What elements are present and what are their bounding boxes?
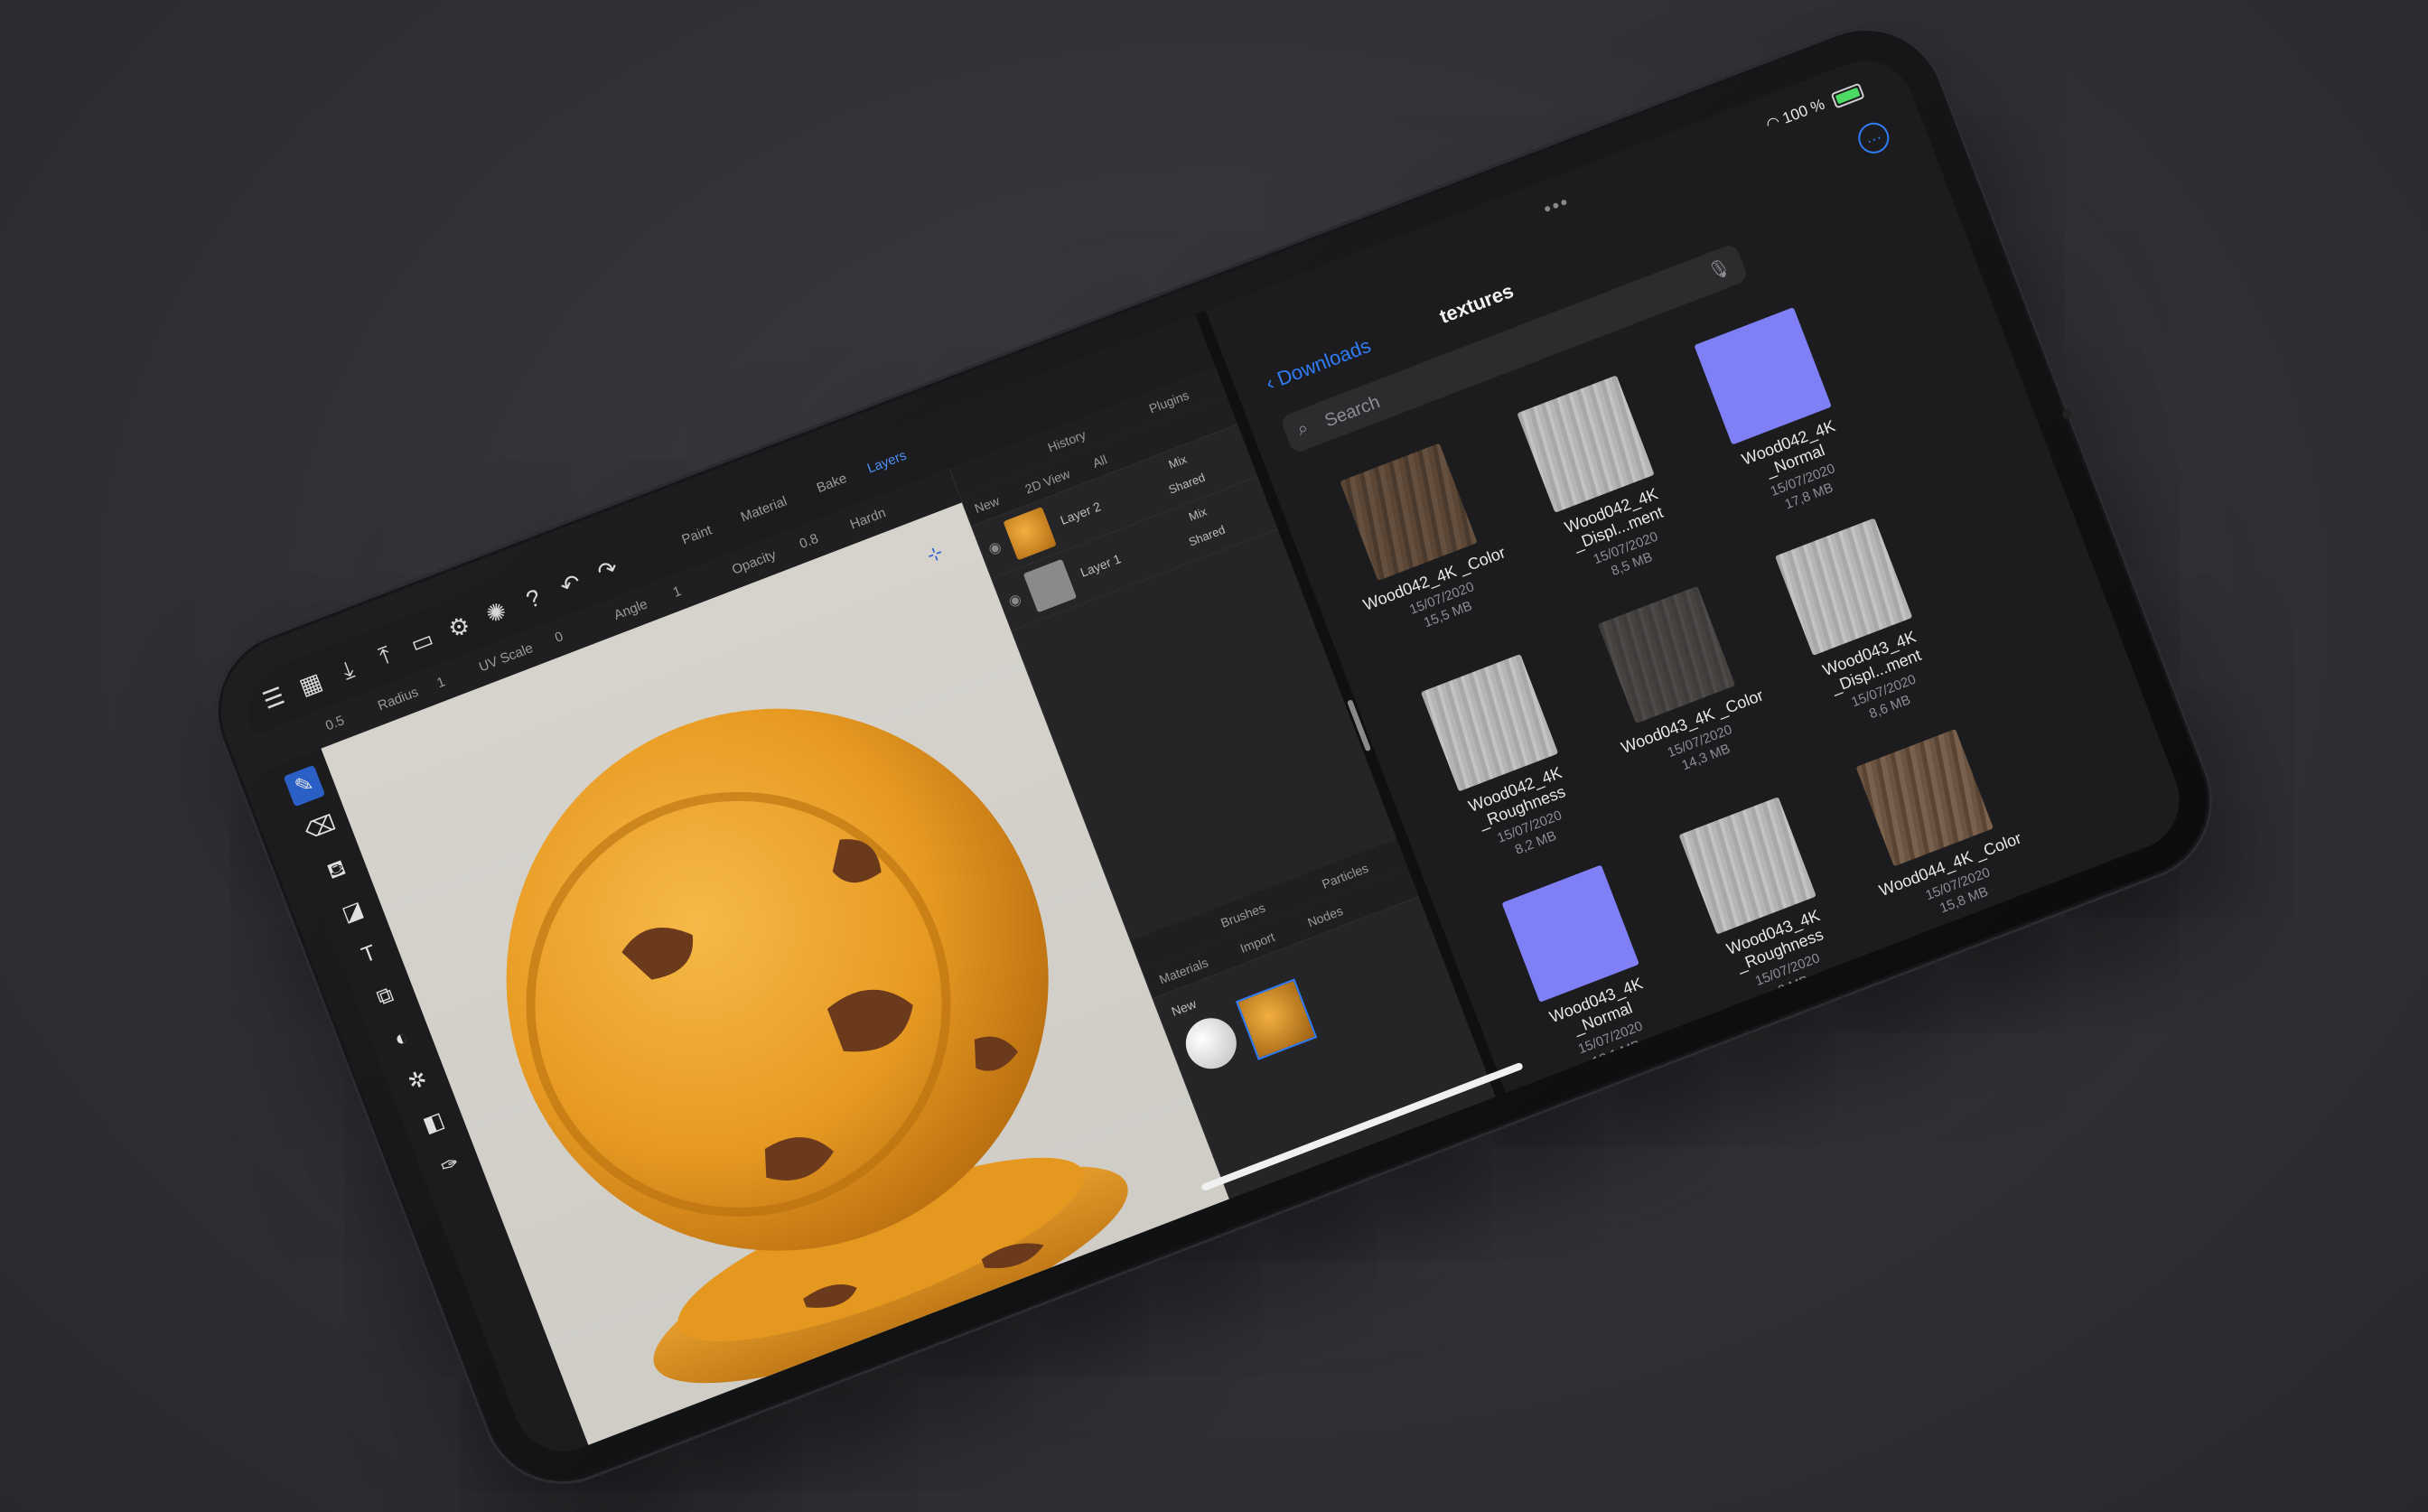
tab-import[interactable]: Import (1238, 929, 1277, 956)
file-date (1775, 1106, 1927, 1164)
file-name (1952, 1038, 2104, 1097)
wifi-icon: ◠ (1763, 112, 1783, 134)
grid-icon[interactable]: ▦ (291, 664, 331, 704)
clone-icon[interactable]: ⧉ (364, 975, 406, 1018)
tab-layers[interactable]: Layers (865, 448, 909, 477)
file-size (1775, 1106, 1927, 1164)
battery-percent: 100 % (1779, 95, 1827, 127)
battery-icon (1830, 82, 1865, 109)
new-material-button[interactable]: New (1170, 996, 1199, 1019)
back-label: Downloads (1274, 333, 1374, 391)
file-size (1952, 1038, 2104, 1097)
tab-textures[interactable]: Textures (994, 1358, 1047, 1390)
eye-icon[interactable]: ◉ (1005, 590, 1023, 611)
file-item[interactable]: Wood042_4K _Normal 15/07/2020 17,8 MB (1667, 297, 1887, 533)
tab-swatches[interactable]: Swatches (1212, 1271, 1273, 1306)
layer-name: Layer 2 (1058, 499, 1103, 527)
new-layer-button[interactable]: New (973, 493, 1002, 516)
redo-icon[interactable]: ↷ (588, 550, 628, 590)
tab-meshes[interactable]: Meshes (1069, 1330, 1119, 1361)
radius-value[interactable]: 1 (434, 674, 447, 691)
file-date (1952, 1038, 2104, 1097)
angle-value[interactable]: 1 (671, 583, 684, 601)
file-thumbnail (1760, 1007, 1898, 1145)
hardness-label: Hardn (847, 505, 888, 533)
layer-shared[interactable]: Shared (1167, 471, 1208, 497)
decal-icon[interactable]: ◪ (332, 891, 374, 934)
file-thumbnail (1583, 1075, 1721, 1214)
microphone-icon[interactable]: 🎙 (1704, 255, 1734, 284)
scene: ☰ ▦ ⤓ ⤒ ▭ ⚙ ✺ ? ↶ ↷ Paint Material Bake … (0, 0, 2428, 1512)
file-name (1775, 1106, 1927, 1164)
radius-label: Radius (375, 684, 421, 714)
file-grid: Wood042_4K _Color 15/07/2020 15,5 MB Wood04… (1206, 46, 2075, 1214)
angle-label: Angle (612, 596, 650, 623)
file-thumbnail (1937, 939, 2075, 1078)
tab-script[interactable]: Script (1297, 1246, 1335, 1274)
smudge-icon[interactable]: ◧ (413, 1102, 455, 1144)
blur-icon[interactable]: ◐ (380, 1018, 423, 1060)
material-swatch-white[interactable] (1178, 1011, 1245, 1077)
download-icon[interactable]: ⤓ (328, 649, 368, 689)
folder-title: textures (1436, 279, 1518, 329)
file-name (1598, 1173, 1750, 1232)
share-icon[interactable]: ⤒ (365, 636, 405, 676)
material-swatch-rust[interactable] (1235, 978, 1318, 1060)
tab-console[interactable]: Console (1364, 1216, 1415, 1248)
mode-tabs: Paint Material Bake Layers (673, 448, 909, 567)
tab-bake[interactable]: Bake (815, 471, 849, 496)
eye-icon[interactable]: ◉ (985, 537, 1004, 559)
layer-shared[interactable]: Shared (1187, 523, 1228, 549)
menu-icon[interactable]: ☰ (254, 678, 294, 718)
layer-blend-mode[interactable]: Mix (1187, 505, 1209, 524)
file-item[interactable]: Wood043_4K _Displ...ment 15/07/2020 8,6 MB (1749, 508, 1968, 743)
opacity-label: Opacity (730, 546, 779, 578)
tab-fonts[interactable]: Fonts (1145, 1305, 1182, 1331)
tab-material[interactable]: Material (739, 493, 789, 525)
text-icon[interactable]: T (348, 934, 390, 976)
tablet-screen: ☰ ▦ ⤓ ⤒ ▭ ⚙ ✺ ? ↶ ↷ Paint Material Bake … (234, 46, 2194, 1466)
aperture-icon[interactable]: ✺ (476, 593, 516, 632)
tab-all[interactable]: All (1090, 452, 1108, 471)
brush-icon[interactable]: ✎ (283, 764, 326, 807)
tablet-device: ☰ ▦ ⤓ ⤒ ▭ ⚙ ✺ ? ↶ ↷ Paint Material Bake … (191, 4, 2237, 1508)
tab-materials[interactable]: Materials (1157, 955, 1210, 986)
eraser-icon[interactable]: ⌫ (300, 807, 342, 850)
help-icon[interactable]: ? (513, 579, 553, 619)
layer-blend-mode[interactable]: Mix (1167, 453, 1189, 471)
file-item[interactable]: Wood042_4K _Color 15/07/2020 15,5 MB (1313, 433, 1527, 650)
fill-bucket-icon[interactable]: ⛾ (316, 849, 359, 891)
layer-name: Layer 1 (1078, 551, 1124, 580)
opacity-value[interactable]: 0.8 (798, 531, 821, 552)
file-date (1598, 1173, 1750, 1232)
tab-paint[interactable]: Paint (679, 522, 714, 547)
file-item[interactable]: Wood042_4K _Roughness 15/07/2020 8,2 MB (1395, 644, 1614, 880)
file-item[interactable]: Wood042_4K _Displ...ment 15/07/2020 8,5 MB (1490, 365, 1710, 601)
file-size (1598, 1173, 1750, 1232)
uv-scale-value[interactable]: 0 (553, 629, 565, 646)
layer-thumbnail (1023, 558, 1078, 613)
window-grabber-icon[interactable]: ••• (1540, 190, 1573, 221)
tab-browser[interactable]: Browser (918, 1387, 969, 1420)
file-item[interactable]: Wood043_4K _Color 15/07/2020 14,3 MB (1572, 576, 1785, 794)
layer-thumbnail (1003, 506, 1057, 561)
color-picker-icon[interactable]: ✑ (429, 1144, 472, 1187)
settings-icon[interactable]: ⚙ (439, 607, 479, 647)
undo-icon[interactable]: ↶ (551, 565, 591, 604)
tab-nodes[interactable]: Nodes (1305, 903, 1345, 929)
viewport-icon[interactable]: ▭ (402, 621, 442, 661)
size-value[interactable]: 0.5 (323, 713, 347, 733)
particle-icon[interactable]: ✲ (397, 1060, 439, 1103)
more-options-icon[interactable]: … (1854, 117, 1894, 158)
search-icon: ⌕ (1294, 417, 1312, 440)
